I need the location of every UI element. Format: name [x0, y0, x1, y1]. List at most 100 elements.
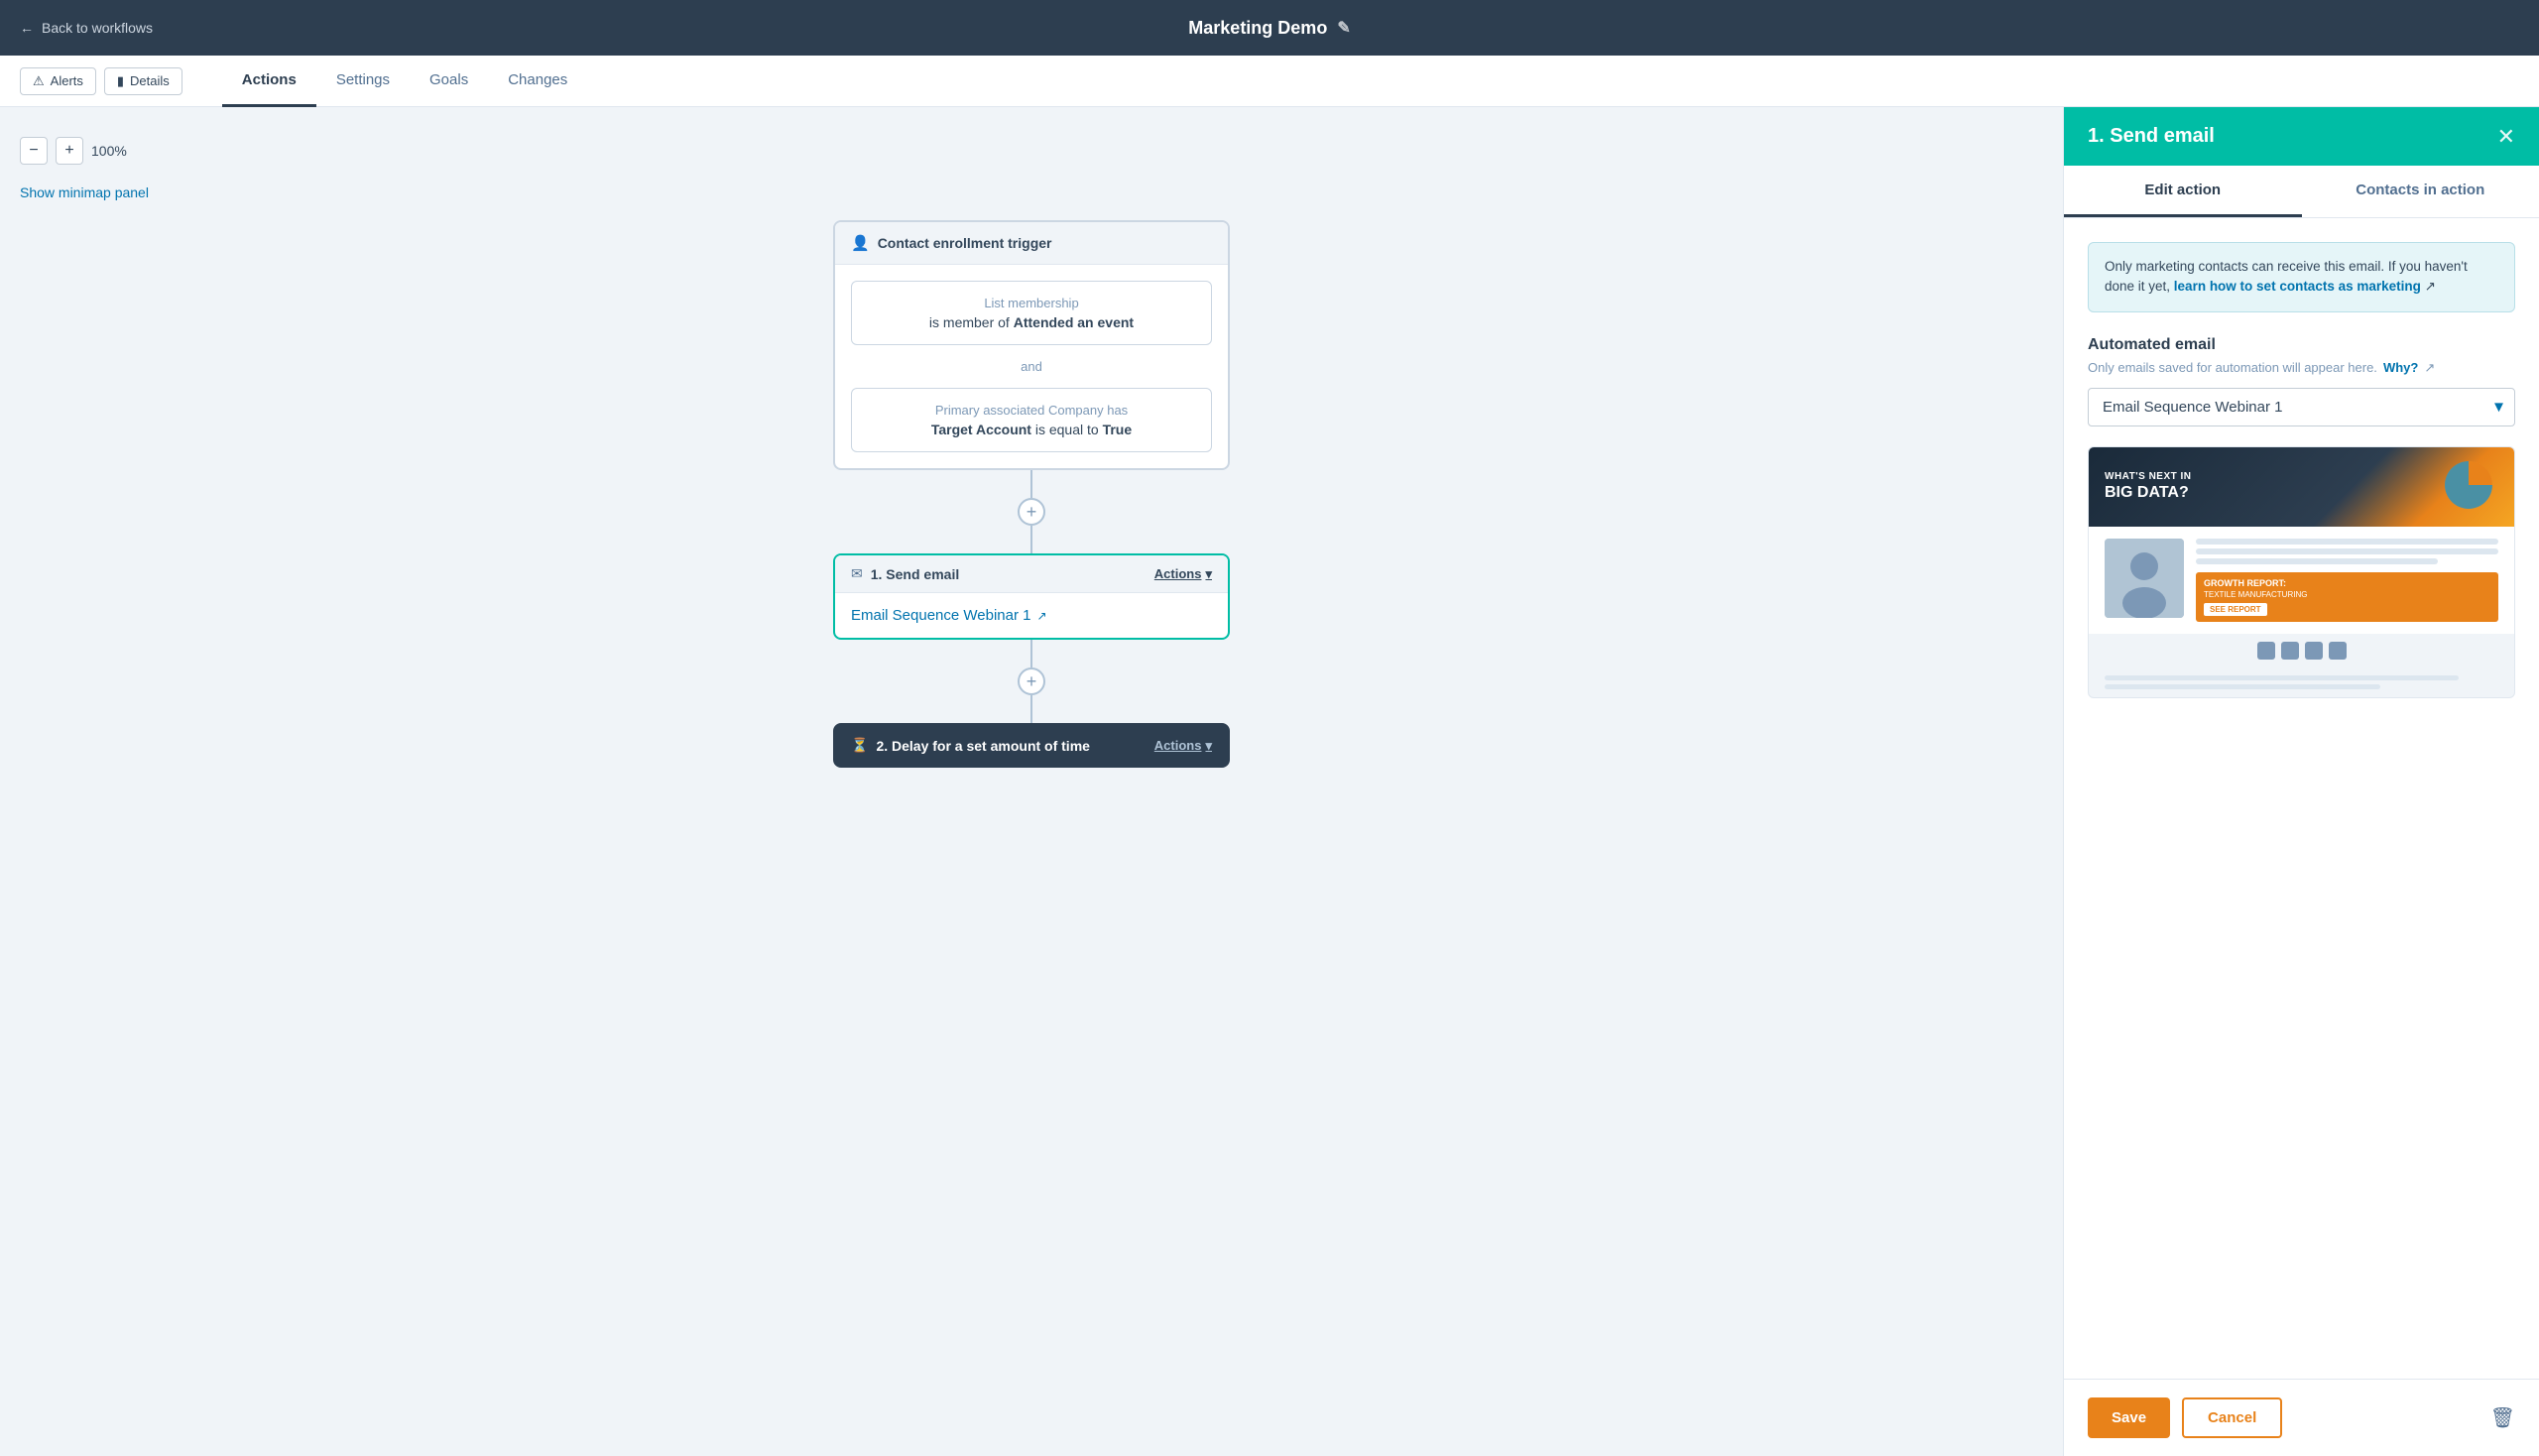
panel-footer: Save Cancel 🗑 [2064, 1379, 2539, 1456]
delay-header-left: ⏳ 2. Delay for a set amount of time [851, 737, 1090, 754]
twitter-icon [2281, 642, 2299, 660]
chevron-down-icon-delay: ▾ [1205, 738, 1212, 754]
panel-header: 1. Send email ✕ [2064, 107, 2539, 166]
person-icon: 👤 [851, 234, 870, 252]
zoom-level-display: 100% [91, 143, 127, 159]
panel-footer-actions: Save Cancel [2088, 1397, 2282, 1438]
delay-actions-button[interactable]: Actions ▾ [1154, 738, 1212, 754]
back-to-workflows-link[interactable]: ← Back to workflows [20, 20, 153, 36]
email-header-text: WHAT'S NEXT IN BIG DATA? [2105, 470, 2192, 504]
action-header-left: ✉ 1. Send email [851, 565, 959, 582]
connector-line-3 [1030, 640, 1032, 667]
chevron-down-icon: ▾ [1205, 566, 1212, 582]
connector-line-1 [1030, 470, 1032, 498]
linkedin-icon [2305, 642, 2323, 660]
text-line-1 [2196, 539, 2498, 545]
email-chart-icon [2439, 455, 2498, 515]
and-separator: and [851, 355, 1212, 378]
tab-settings[interactable]: Settings [316, 56, 410, 107]
email-body-content: GROWTH REPORT: TEXTILE MANUFACTURING SEE… [2196, 539, 2498, 622]
email-icon: ✉ [851, 565, 863, 582]
why-link[interactable]: Why? [2383, 360, 2418, 375]
alert-icon: ⚠ [33, 73, 45, 89]
email-footer-text [2089, 667, 2514, 697]
condition-value-2: Target Account is equal to True [868, 422, 1195, 437]
action-header: ✉ 1. Send email Actions ▾ [835, 555, 1228, 593]
canvas-controls: − + 100% [20, 137, 2043, 165]
text-line-3 [2196, 558, 2438, 564]
condition-list-membership[interactable]: List membership is member of Attended an… [851, 281, 1212, 345]
footer-line-2 [2105, 684, 2380, 689]
automated-email-subtitle: Only emails saved for automation will ap… [2088, 360, 2515, 376]
send-email-actions-button[interactable]: Actions ▾ [1154, 566, 1212, 582]
delay-title: 2. Delay for a set amount of time [876, 738, 1090, 754]
panel-tabs: Edit action Contacts in action [2064, 166, 2539, 218]
trigger-header: 👤 Contact enrollment trigger [835, 222, 1228, 265]
email-social-footer [2089, 634, 2514, 667]
marketing-contacts-info: Only marketing contacts can receive this… [2088, 242, 2515, 312]
email-sequence-link[interactable]: Email Sequence Webinar 1 ↗ [851, 607, 1212, 624]
header-line1: WHAT'S NEXT IN [2105, 470, 2192, 483]
growth-report-box: GROWTH REPORT: TEXTILE MANUFACTURING SEE… [2196, 572, 2498, 622]
main-layout: − + 100% Show minimap panel 👤 Contact en… [0, 107, 2539, 1456]
workflow-nodes: 👤 Contact enrollment trigger List member… [20, 220, 2043, 827]
add-step-button-1[interactable]: + [1018, 498, 1045, 526]
delay-node: ⏳ 2. Delay for a set amount of time Acti… [833, 723, 1230, 768]
learn-how-link[interactable]: learn how to set contacts as marketing [2174, 279, 2421, 294]
main-tabs: Actions Settings Goals Changes [222, 56, 587, 107]
action-body: Email Sequence Webinar 1 ↗ [835, 593, 1228, 638]
alerts-button[interactable]: ⚠ Alerts [20, 67, 96, 95]
panel-tab-edit-action[interactable]: Edit action [2064, 166, 2302, 217]
condition-value-1: is member of Attended an event [868, 314, 1195, 330]
panel-body: Only marketing contacts can receive this… [2064, 218, 2539, 1379]
tab-changes[interactable]: Changes [488, 56, 587, 107]
tab-actions[interactable]: Actions [222, 56, 316, 107]
edit-title-icon[interactable]: ✎ [1337, 18, 1350, 38]
trash-icon: 🗑 [2490, 1407, 2515, 1429]
delay-header: ⏳ 2. Delay for a set amount of time Acti… [835, 725, 1228, 766]
trigger-node: 👤 Contact enrollment trigger List member… [833, 220, 1230, 470]
delay-icon: ⏳ [851, 737, 868, 754]
email-body-section: GROWTH REPORT: TEXTILE MANUFACTURING SEE… [2089, 527, 2514, 634]
external-icon-why: ↗ [2424, 360, 2435, 376]
header-line2: BIG DATA? [2105, 483, 2192, 504]
email-select-wrapper: Email Sequence Webinar 1 Email Sequence … [2088, 388, 2515, 426]
tab-bar: ⚠ Alerts ▮ Details Actions Settings Goal… [0, 56, 2539, 107]
zoom-in-button[interactable]: + [56, 137, 83, 165]
workflow-canvas: − + 100% Show minimap panel 👤 Contact en… [0, 107, 2063, 1456]
show-minimap-link[interactable]: Show minimap panel [20, 184, 2043, 200]
condition-target-account[interactable]: Primary associated Company has Target Ac… [851, 388, 1212, 452]
trigger-title: Contact enrollment trigger [878, 235, 1052, 251]
youtube-icon [2329, 642, 2347, 660]
details-button[interactable]: ▮ Details [104, 67, 182, 95]
panel-tab-contacts-in-action[interactable]: Contacts in action [2302, 166, 2539, 217]
add-step-button-2[interactable]: + [1018, 667, 1045, 695]
panel-title: 1. Send email [2088, 125, 2215, 148]
delete-button[interactable]: 🗑 [2490, 1405, 2515, 1430]
panel-close-button[interactable]: ✕ [2497, 126, 2515, 148]
automated-email-title: Automated email [2088, 336, 2515, 354]
workflow-title: Marketing Demo ✎ [1188, 18, 1350, 39]
tab-goals[interactable]: Goals [410, 56, 488, 107]
connector-line-2 [1030, 526, 1032, 553]
back-label: Back to workflows [42, 20, 153, 36]
condition-label-1: List membership [868, 296, 1195, 310]
action-title: 1. Send email [871, 566, 959, 582]
back-arrow-icon: ← [20, 20, 34, 36]
connector-2: + [1018, 640, 1045, 723]
send-email-node: ✉ 1. Send email Actions ▾ Email Sequence… [833, 553, 1230, 640]
email-body-image [2105, 539, 2184, 618]
person-silhouette-icon [2105, 539, 2184, 618]
right-panel: 1. Send email ✕ Edit action Contacts in … [2063, 107, 2539, 1456]
email-sequence-select[interactable]: Email Sequence Webinar 1 Email Sequence … [2088, 388, 2515, 426]
top-navigation: ← Back to workflows Marketing Demo ✎ [0, 0, 2539, 56]
email-text-lines [2196, 539, 2498, 564]
condition-label-2: Primary associated Company has [868, 403, 1195, 418]
zoom-out-button[interactable]: − [20, 137, 48, 165]
save-button[interactable]: Save [2088, 1397, 2170, 1438]
email-header-section: WHAT'S NEXT IN BIG DATA? [2089, 447, 2514, 527]
toolbar-buttons: ⚠ Alerts ▮ Details [20, 67, 182, 95]
trigger-body: List membership is member of Attended an… [835, 265, 1228, 468]
cancel-button[interactable]: Cancel [2182, 1397, 2282, 1438]
footer-line-1 [2105, 675, 2459, 680]
